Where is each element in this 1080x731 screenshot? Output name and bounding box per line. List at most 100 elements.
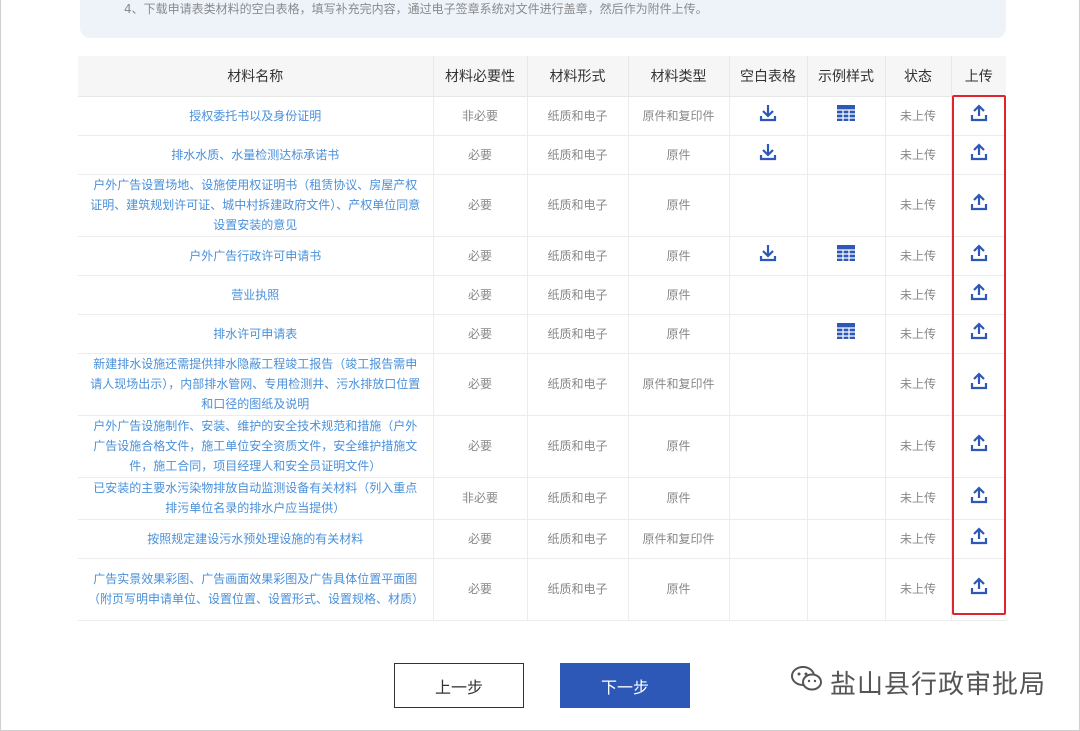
- material-required: 必要: [433, 558, 528, 621]
- material-form: 纸质和电子: [527, 174, 629, 237]
- material-form: 纸质和电子: [527, 353, 629, 416]
- material-type: 原件: [628, 477, 730, 520]
- material-required: 必要: [433, 519, 528, 559]
- material-name-link[interactable]: 按照规定建设污水预处理设施的有关材料: [78, 519, 434, 559]
- upload-icon[interactable]: [969, 103, 989, 129]
- table-row: 广告实景效果彩图、广告画面效果彩图及广告具体位置平面图（附页写明申请单位、设置位…: [78, 558, 1006, 621]
- material-name-link[interactable]: 户外广告设施制作、安装、维护的安全技术规范和措施（户外广告设施合格文件，施工单位…: [78, 415, 434, 478]
- upload-cell: [951, 477, 1006, 520]
- material-required: 必要: [433, 314, 528, 354]
- upload-status: 未上传: [885, 236, 952, 276]
- upload-cell: [951, 314, 1006, 354]
- material-type: 原件: [628, 275, 730, 315]
- material-name-link[interactable]: 广告实景效果彩图、广告画面效果彩图及广告具体位置平面图（附页写明申请单位、设置位…: [78, 558, 434, 621]
- material-name-link[interactable]: 排水水质、水量检测达标承诺书: [78, 135, 434, 175]
- download-icon[interactable]: [758, 142, 778, 168]
- upload-status: 未上传: [885, 96, 952, 136]
- watermark: 盐山县行政审批局: [790, 664, 1046, 701]
- download-icon[interactable]: [758, 103, 778, 129]
- table-icon[interactable]: [836, 244, 856, 268]
- upload-icon[interactable]: [969, 433, 989, 459]
- sample-cell: [807, 135, 886, 175]
- table-row: 新建排水设施还需提供排水隐蔽工程竣工报告（竣工报告需申请人现场出示），内部排水管…: [78, 353, 1006, 416]
- upload-cell: [951, 135, 1006, 175]
- upload-cell: [951, 275, 1006, 315]
- upload-icon[interactable]: [969, 142, 989, 168]
- table-row: 户外广告行政许可申请书 必要 纸质和电子 原件 未上传: [78, 236, 1006, 276]
- material-form: 纸质和电子: [527, 415, 629, 478]
- material-required: 必要: [433, 275, 528, 315]
- next-step-button[interactable]: 下一步: [560, 663, 690, 708]
- material-name-link[interactable]: 户外广告行政许可申请书: [78, 236, 434, 276]
- upload-status: 未上传: [885, 314, 952, 354]
- upload-icon[interactable]: [969, 192, 989, 218]
- sample-cell: [807, 477, 886, 520]
- upload-status: 未上传: [885, 558, 952, 621]
- blank-form-cell: [729, 519, 808, 559]
- material-name-link[interactable]: 新建排水设施还需提供排水隐蔽工程竣工报告（竣工报告需申请人现场出示），内部排水管…: [78, 353, 434, 416]
- sample-cell: [807, 519, 886, 559]
- upload-cell: [951, 96, 1006, 136]
- upload-icon[interactable]: [969, 282, 989, 308]
- blank-form-cell: [729, 558, 808, 621]
- blank-form-cell: [729, 135, 808, 175]
- material-type: 原件和复印件: [628, 96, 730, 136]
- material-type: 原件和复印件: [628, 519, 730, 559]
- upload-icon[interactable]: [969, 371, 989, 397]
- material-type: 原件和复印件: [628, 353, 730, 416]
- material-required: 必要: [433, 174, 528, 237]
- table-row: 授权委托书以及身份证明 非必要 纸质和电子 原件和复印件 未上传: [78, 96, 1006, 136]
- upload-status: 未上传: [885, 275, 952, 315]
- table-icon[interactable]: [836, 104, 856, 128]
- col-blank-header: 空白表格: [729, 56, 808, 97]
- upload-icon[interactable]: [969, 526, 989, 552]
- material-type: 原件: [628, 174, 730, 237]
- sample-cell: [807, 96, 886, 136]
- col-upload-header: 上传: [951, 56, 1006, 97]
- blank-form-cell: [729, 415, 808, 478]
- notice-box: 4、下载申请表类材料的空白表格，填写补充完内容，通过电子签章系统对文件进行盖章，…: [80, 0, 1006, 38]
- blank-form-cell: [729, 96, 808, 136]
- upload-status: 未上传: [885, 135, 952, 175]
- material-type: 原件: [628, 236, 730, 276]
- material-name-link[interactable]: 户外广告设置场地、设施使用权证明书（租赁协议、房屋产权证明、建筑规划许可证、城中…: [78, 174, 434, 237]
- material-name-link[interactable]: 营业执照: [78, 275, 434, 315]
- notice-text: 4、下载申请表类材料的空白表格，填写补充完内容，通过电子签章系统对文件进行盖章，…: [124, 2, 708, 16]
- material-form: 纸质和电子: [527, 135, 629, 175]
- table-row: 排水许可申请表 必要 纸质和电子 原件 未上传: [78, 314, 1006, 354]
- sample-cell: [807, 415, 886, 478]
- upload-status: 未上传: [885, 415, 952, 478]
- upload-icon[interactable]: [969, 485, 989, 511]
- upload-icon[interactable]: [969, 321, 989, 347]
- table-icon[interactable]: [836, 322, 856, 346]
- sample-cell: [807, 275, 886, 315]
- materials-table: 材料名称 材料必要性 材料形式 材料类型 空白表格 示例样式 状态 上传 授权委…: [78, 56, 1006, 621]
- material-name-link[interactable]: 授权委托书以及身份证明: [78, 96, 434, 136]
- table-header: 材料名称 材料必要性 材料形式 材料类型 空白表格 示例样式 状态 上传: [78, 56, 1006, 97]
- prev-step-button[interactable]: 上一步: [394, 663, 524, 708]
- upload-icon[interactable]: [969, 576, 989, 602]
- blank-form-cell: [729, 477, 808, 520]
- material-form: 纸质和电子: [527, 96, 629, 136]
- material-required: 非必要: [433, 477, 528, 520]
- material-form: 纸质和电子: [527, 314, 629, 354]
- upload-cell: [951, 558, 1006, 621]
- col-name-header: 材料名称: [78, 56, 434, 97]
- sample-cell: [807, 314, 886, 354]
- sample-cell: [807, 353, 886, 416]
- blank-form-cell: [729, 236, 808, 276]
- upload-cell: [951, 415, 1006, 478]
- upload-icon[interactable]: [969, 243, 989, 269]
- material-form: 纸质和电子: [527, 275, 629, 315]
- download-icon[interactable]: [758, 243, 778, 269]
- table-row: 排水水质、水量检测达标承诺书 必要 纸质和电子 原件 未上传: [78, 135, 1006, 175]
- table-row: 户外广告设施制作、安装、维护的安全技术规范和措施（户外广告设施合格文件，施工单位…: [78, 415, 1006, 478]
- wechat-icon: [790, 664, 824, 701]
- material-name-link[interactable]: 已安装的主要水污染物排放自动监测设备有关材料（列入重点排污单位名录的排水户应当提…: [78, 477, 434, 520]
- material-form: 纸质和电子: [527, 477, 629, 520]
- upload-status: 未上传: [885, 519, 952, 559]
- table-row: 户外广告设置场地、设施使用权证明书（租赁协议、房屋产权证明、建筑规划许可证、城中…: [78, 174, 1006, 237]
- table-row: 已安装的主要水污染物排放自动监测设备有关材料（列入重点排污单位名录的排水户应当提…: [78, 477, 1006, 520]
- sample-cell: [807, 174, 886, 237]
- material-name-link[interactable]: 排水许可申请表: [78, 314, 434, 354]
